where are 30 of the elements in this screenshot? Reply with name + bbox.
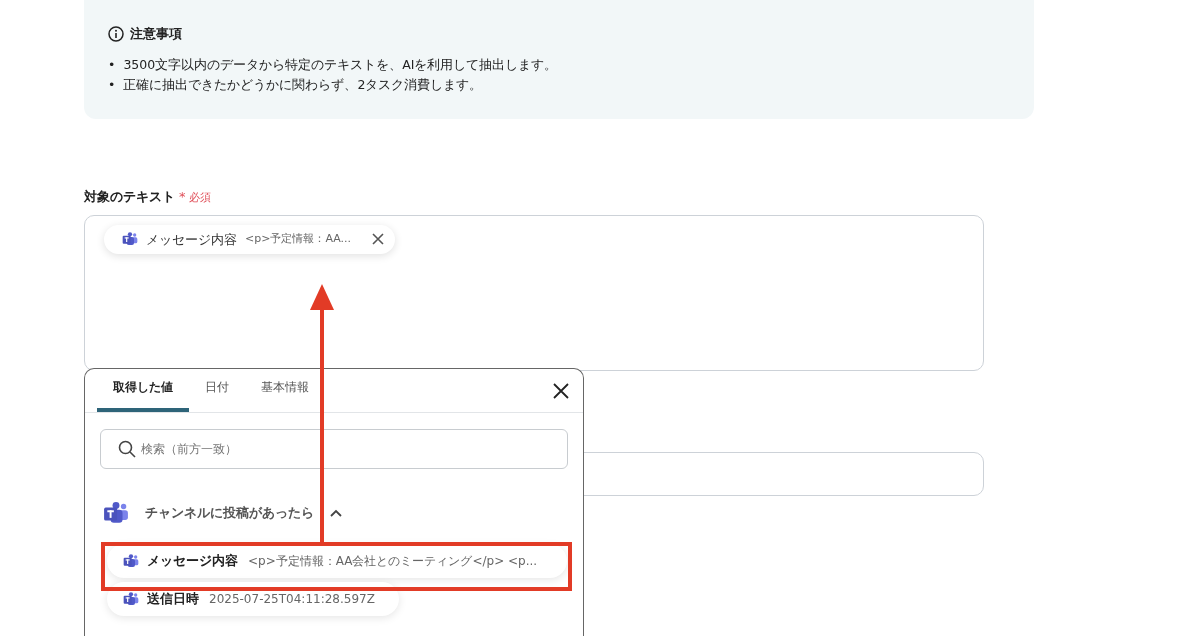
value-chip[interactable]: メッセージ内容 <p>予定情報：AA... xyxy=(104,224,396,254)
tab[interactable]: 日付 xyxy=(189,378,245,412)
item-value: 2025-07-25T04:11:28.597Z xyxy=(209,591,375,608)
notice-title: 注意事項 xyxy=(130,25,182,43)
required-label: 必須 xyxy=(188,191,211,204)
notice-item: 正確に抽出できたかどうかに関わらず、2タスク消費します。 xyxy=(123,77,483,94)
info-icon xyxy=(108,25,124,42)
notice-item: 3500文字以内のデータから特定のテキストを、AIを利用して抽出します。 xyxy=(123,57,558,74)
chevron-icon[interactable] xyxy=(330,509,342,517)
tab[interactable]: 取得した値 xyxy=(97,378,189,412)
item-name: メッセージ内容 xyxy=(147,552,238,571)
item-name: 送信日時 xyxy=(147,590,199,609)
group-title: チャンネルに投稿があったら xyxy=(145,504,314,523)
teams-icon xyxy=(123,591,139,607)
close-icon[interactable] xyxy=(371,232,386,247)
chip-value: <p>予定情報：AA... xyxy=(245,231,352,247)
required-mark: * xyxy=(179,189,186,204)
tab[interactable]: 基本情報 xyxy=(245,378,325,412)
chip-name: メッセージ内容 xyxy=(146,230,237,249)
search-field[interactable]: 検索（前方一致） xyxy=(100,429,568,469)
value-item[interactable]: メッセージ内容 <p>予定情報：AA会社とのミーティング</p> <p... xyxy=(107,544,567,578)
teams-icon xyxy=(103,500,129,526)
bullet: • xyxy=(108,57,116,74)
search-icon xyxy=(118,440,136,458)
close-button[interactable] xyxy=(553,383,569,399)
field-label: 対象のテキスト xyxy=(84,189,175,204)
bullet: • xyxy=(108,77,116,94)
item-value: <p>予定情報：AA会社とのミーティング</p> <p... xyxy=(248,553,538,570)
teams-icon xyxy=(122,231,138,248)
teams-icon xyxy=(123,553,139,569)
